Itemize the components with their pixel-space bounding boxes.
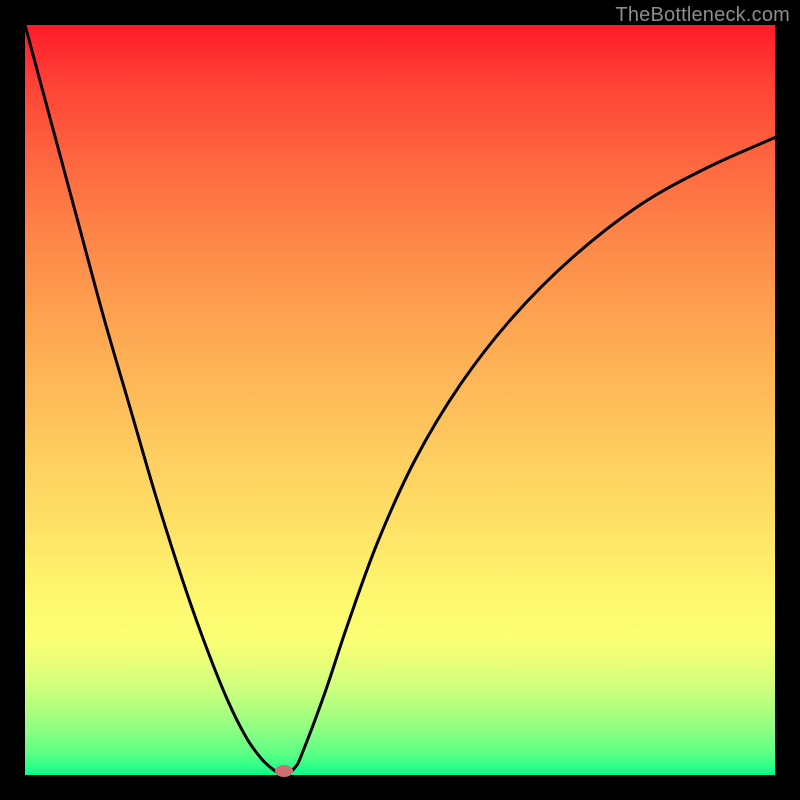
chart-frame: TheBottleneck.com (0, 0, 800, 800)
watermark-text: TheBottleneck.com (615, 4, 790, 27)
curve-layer (25, 25, 775, 775)
bottleneck-curve (25, 25, 775, 775)
plot-area (25, 25, 775, 775)
optimum-marker (275, 765, 293, 777)
